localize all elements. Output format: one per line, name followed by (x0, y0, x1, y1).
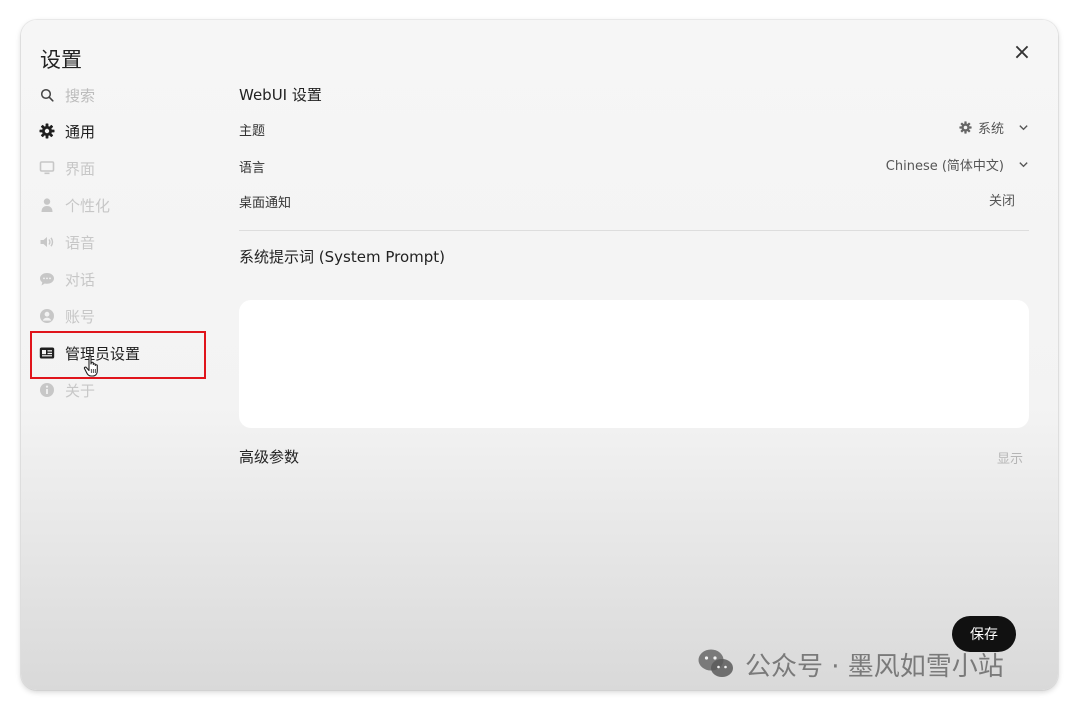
notifications-label: 桌面通知 (239, 196, 292, 211)
advanced-params-heading: 高级参数 (239, 448, 300, 466)
chat-bubble-icon (38, 270, 56, 288)
search-icon (38, 86, 56, 104)
dialog-title: 设置 (40, 48, 82, 72)
advanced-params-toggle[interactable]: 显示 (997, 448, 1023, 467)
hand-cursor-icon (83, 355, 98, 377)
search-field[interactable]: 搜索 (38, 81, 95, 109)
sidebar-item-chats[interactable]: 对话 (38, 265, 95, 293)
sidebar-item-interface[interactable]: 界面 (38, 154, 95, 182)
language-label: 语言 (239, 161, 266, 176)
language-select[interactable]: Chinese (简体中文) (886, 155, 1029, 174)
theme-row: 主题 系统 (239, 117, 1029, 139)
sidebar-item-label: 个性化 (65, 196, 111, 215)
settings-dialog: 设置 × 搜索 通用 界面 个性化 语音 对话 账号 管理员设置 关于 WebU… (21, 20, 1058, 690)
account-circle-icon (38, 307, 56, 325)
webui-settings-heading: WebUI 设置 (239, 86, 322, 104)
user-icon (38, 196, 56, 214)
theme-value: 系统 (977, 122, 1004, 137)
chevron-down-icon (1019, 162, 1028, 168)
system-prompt-heading: 系统提示词 (System Prompt) (239, 248, 445, 266)
chevron-down-icon (1019, 125, 1028, 131)
notifications-toggle[interactable]: 关闭 (989, 190, 1015, 209)
close-button[interactable]: × (1011, 42, 1033, 64)
gear-icon (959, 121, 972, 134)
sidebar-item-label: 界面 (65, 159, 96, 178)
watermark: 公众号 · 墨风如雪小站 (697, 644, 1004, 684)
monitor-icon (38, 159, 56, 177)
sidebar-item-label: 对话 (65, 270, 96, 289)
highlight-annotation-box (30, 331, 206, 379)
section-divider (239, 230, 1029, 231)
sidebar-item-label: 语音 (65, 233, 96, 252)
sidebar-item-personalization[interactable]: 个性化 (38, 191, 110, 219)
sidebar-item-about[interactable]: 关于 (38, 376, 95, 404)
save-button[interactable]: 保存 (952, 616, 1016, 652)
speaker-icon (38, 233, 56, 251)
gear-icon (38, 122, 56, 140)
wechat-icon (698, 649, 733, 677)
sidebar-item-audio[interactable]: 语音 (38, 228, 95, 256)
language-row: 语言 Chinese (简体中文) (239, 154, 1029, 176)
theme-label: 主题 (239, 124, 266, 139)
sidebar-item-account[interactable]: 账号 (38, 302, 95, 330)
sidebar-item-general[interactable]: 通用 (38, 117, 95, 145)
notifications-row: 桌面通知 关闭 (239, 189, 1029, 211)
theme-select[interactable]: 系统 (959, 118, 1029, 137)
sidebar-item-label: 关于 (65, 381, 96, 400)
language-value: Chinese (简体中文) (885, 159, 1004, 174)
sidebar-item-label: 账号 (65, 307, 96, 326)
info-icon (38, 381, 56, 399)
search-placeholder: 搜索 (65, 86, 96, 105)
system-prompt-input[interactable] (239, 300, 1029, 428)
sidebar-item-label: 通用 (65, 122, 96, 141)
screen: 设置 × 搜索 通用 界面 个性化 语音 对话 账号 管理员设置 关于 WebU… (0, 0, 1080, 710)
